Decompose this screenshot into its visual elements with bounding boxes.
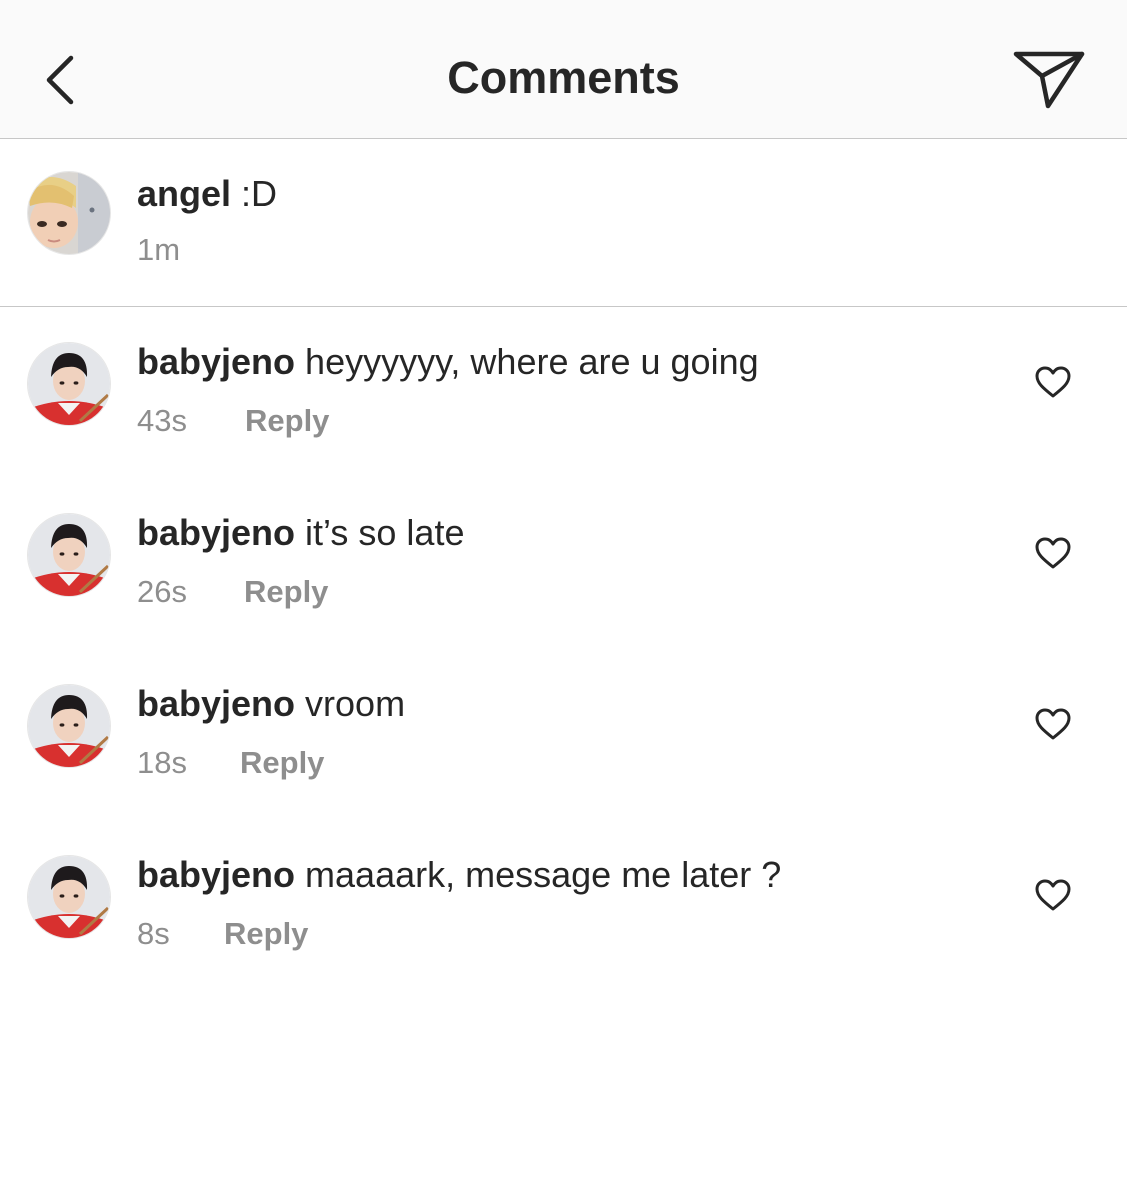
caption-text: angel :D <box>137 173 277 215</box>
heart-icon[interactable] <box>1034 365 1072 399</box>
comment-time: 43s <box>137 403 187 438</box>
comment-text: babyjeno maaaark, message me later ? <box>137 854 781 896</box>
comment-body: heyyyyyy, where are u going <box>305 341 759 382</box>
comment-item: babyjeno vroom 18s Reply <box>0 651 1127 822</box>
avatar[interactable] <box>27 684 111 768</box>
comment-time: 8s <box>137 916 170 951</box>
comment-username[interactable]: babyjeno <box>137 512 295 553</box>
paper-plane-icon[interactable] <box>1010 44 1088 112</box>
avatar[interactable] <box>27 513 111 597</box>
comment-item: babyjeno maaaark, message me later ? 8s … <box>0 822 1127 993</box>
comment-time: 18s <box>137 745 187 780</box>
heart-icon[interactable] <box>1034 707 1072 741</box>
comment-text: babyjeno vroom <box>137 683 405 725</box>
caption-body: :D <box>241 173 278 214</box>
comment-username[interactable]: babyjeno <box>137 854 295 895</box>
caption-username[interactable]: angel <box>137 173 231 214</box>
comment-body: maaaark, message me later ? <box>305 854 782 895</box>
comment-text: babyjeno it’s so late <box>137 512 464 554</box>
comment-body: vroom <box>305 683 406 724</box>
top-bar: Comments <box>0 0 1127 139</box>
reply-button[interactable]: Reply <box>244 574 328 610</box>
comment-time: 26s <box>137 574 187 609</box>
heart-icon[interactable] <box>1034 536 1072 570</box>
reply-button[interactable]: Reply <box>245 403 329 439</box>
comment-username[interactable]: babyjeno <box>137 341 295 382</box>
comment-item: babyjeno heyyyyyy, where are u going 43s… <box>0 309 1127 480</box>
comment-text: babyjeno heyyyyyy, where are u going <box>137 341 759 383</box>
reply-button[interactable]: Reply <box>224 916 308 952</box>
post-caption: angel :D 1m <box>0 140 1127 307</box>
reply-button[interactable]: Reply <box>240 745 324 781</box>
avatar[interactable] <box>27 855 111 939</box>
heart-icon[interactable] <box>1034 878 1072 912</box>
page-title: Comments <box>447 52 680 103</box>
comment-item: babyjeno it’s so late 26s Reply <box>0 480 1127 651</box>
caption-time: 1m <box>137 232 181 267</box>
comment-username[interactable]: babyjeno <box>137 683 295 724</box>
avatar[interactable] <box>27 342 111 426</box>
avatar[interactable] <box>27 171 111 255</box>
comment-body: it’s so late <box>305 512 465 553</box>
